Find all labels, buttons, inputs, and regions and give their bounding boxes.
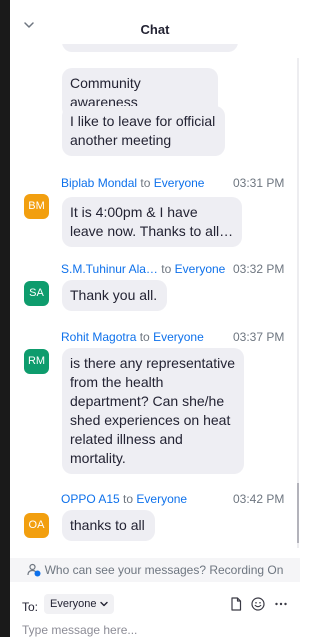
recipient-name: Everyone [153, 176, 205, 190]
to-word: to [140, 176, 151, 190]
to-label: To: [22, 600, 39, 614]
message-bubble: I like to leave for official another mee… [62, 106, 225, 156]
file-icon[interactable] [228, 596, 244, 612]
avatar: OA [24, 513, 49, 538]
chat-title: Chat [140, 22, 170, 37]
sender-name[interactable]: Rohit Magotra [61, 330, 136, 344]
message-bubble: It is 4:00pm & I have leave now. Thanks … [62, 197, 242, 247]
message-input[interactable] [22, 622, 272, 638]
message-bubble-cutoff [62, 44, 238, 52]
chevron-down-icon [100, 601, 109, 607]
privacy-text: Who can see your messages? Recording On [44, 563, 284, 577]
scrollbar-thumb[interactable] [297, 483, 299, 543]
recipient-select-value: Everyone [50, 598, 97, 610]
compose-area: To: Everyone [10, 588, 300, 638]
privacy-bar[interactable]: Who can see your messages? Recording On [10, 558, 300, 582]
message-time: 03:37 PM [233, 330, 285, 344]
message-bubble: Thank you all. [62, 280, 167, 311]
message-sender-line: Biplab Mondal to Everyone [61, 176, 204, 190]
recipient-name: Everyone [174, 262, 226, 276]
to-word: to [123, 492, 134, 506]
sender-name[interactable]: Biplab Mondal [61, 176, 137, 190]
message-list[interactable]: Community awareness I like to leave for … [10, 44, 300, 556]
message-time: 03:31 PM [233, 176, 285, 190]
to-word: to [161, 262, 172, 276]
person-privacy-icon [26, 563, 41, 577]
message-sender-line: S.M.Tuhinur Ala… to Everyone [61, 262, 225, 276]
message-time: 03:42 PM [233, 492, 285, 506]
message-bubble: is there any representative from the hea… [62, 348, 244, 474]
message-sender-line: Rohit Magotra to Everyone [61, 330, 204, 344]
emoji-icon[interactable] [250, 596, 266, 612]
message-time: 03:32 PM [233, 262, 285, 276]
chat-header: Chat [10, 0, 300, 44]
recipient-select[interactable]: Everyone [44, 594, 115, 614]
sender-name[interactable]: OPPO A15 [61, 492, 120, 506]
message-bubble: thanks to all [62, 510, 155, 541]
message-sender-line: OPPO A15 to Everyone [61, 492, 187, 506]
avatar: BM [24, 194, 49, 219]
recipient-name: Everyone [153, 330, 204, 344]
recipient-name: Everyone [136, 492, 188, 506]
more-icon[interactable] [273, 596, 289, 612]
scrollbar-track[interactable] [297, 58, 299, 548]
chat-panel: Chat Community awareness I like to leave… [10, 0, 300, 638]
sender-name[interactable]: S.M.Tuhinur Ala… [61, 262, 158, 276]
avatar: RM [24, 349, 49, 374]
avatar: SA [24, 281, 49, 306]
to-word: to [139, 330, 150, 344]
window-edge [0, 0, 10, 637]
